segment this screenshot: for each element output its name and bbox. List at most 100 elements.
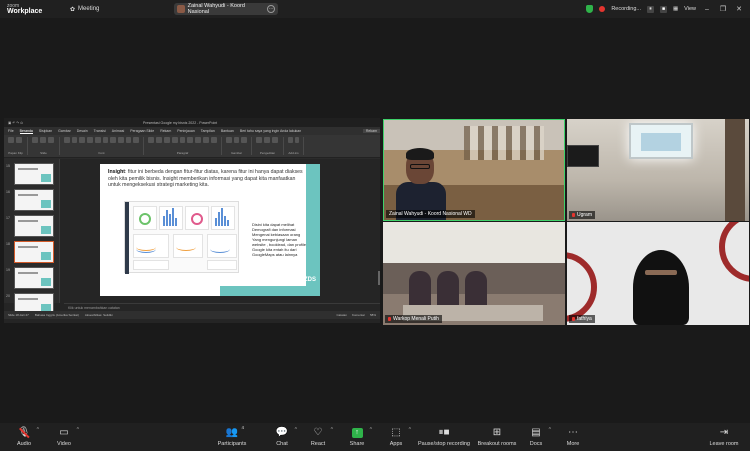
ribbon-command-icon[interactable] xyxy=(155,137,162,143)
video-tile-active-speaker[interactable]: Zainal Wahyudi - Koord Nasional WD xyxy=(383,119,565,221)
docs-button[interactable]: ▤ ^ Docs xyxy=(516,427,556,447)
notes-button[interactable]: Catatan xyxy=(336,313,347,317)
ribbon-tab-3[interactable]: Gambar xyxy=(58,129,71,133)
ribbon-tab-6[interactable]: Animasi xyxy=(112,129,124,133)
more-button[interactable]: ⋯ More xyxy=(553,427,593,447)
ribbon-command-icon[interactable] xyxy=(102,137,109,143)
ribbon-group-2: Font xyxy=(64,137,144,155)
ribbon-command-icon[interactable] xyxy=(195,137,202,143)
slide-thumbnails[interactable]: 15 16 17 18 19 20 xyxy=(4,159,60,315)
ribbon-command-icon[interactable] xyxy=(226,137,232,143)
ribbon-command-icon[interactable] xyxy=(187,137,194,143)
stop-recording-icon[interactable]: ■ xyxy=(659,5,667,13)
thumbnail-teal-block xyxy=(41,226,51,234)
ribbon-tab-4[interactable]: Desain xyxy=(77,129,88,133)
ribbon-command-icon[interactable] xyxy=(171,137,178,143)
ribbon-command-icon[interactable] xyxy=(163,137,170,143)
ribbon-command-icon[interactable] xyxy=(148,137,154,143)
ribbon-command-icon[interactable] xyxy=(64,137,70,143)
video-tile[interactable]: fathiya xyxy=(567,222,749,325)
video-tile[interactable]: Warkop Menali Putih xyxy=(383,222,565,325)
chat-button[interactable]: 💬 ^ Chat xyxy=(262,427,302,447)
breakout-rooms-button[interactable]: ⊞ Breakout rooms xyxy=(476,427,518,447)
ribbon-command-icon[interactable] xyxy=(272,137,278,143)
ribbon-command-icon[interactable] xyxy=(125,137,132,143)
ribbon-command-icon[interactable] xyxy=(94,137,101,143)
ribbon-command-icon[interactable] xyxy=(110,137,116,143)
security-shield-icon[interactable] xyxy=(586,5,594,13)
comments-button[interactable]: Komentar xyxy=(352,313,365,317)
mic-muted-icon xyxy=(572,317,575,321)
dashboard-panel xyxy=(207,260,237,270)
ribbon-tab-9[interactable]: Peninjauan xyxy=(177,129,195,133)
share-button[interactable]: ↑ ^ Share xyxy=(337,427,377,447)
leave-room-button[interactable]: ⇥ Leave room xyxy=(704,427,744,447)
meeting-tab[interactable]: ✿ Meeting xyxy=(70,6,99,13)
ribbon-command-icon[interactable] xyxy=(40,137,46,143)
thumbnail-number: 19 xyxy=(6,268,10,272)
record-button[interactable]: Rekam xyxy=(362,129,380,133)
more-options-icon[interactable]: ⋯ xyxy=(267,5,275,13)
heart-icon: ♡ ^ xyxy=(313,427,333,438)
ribbon-command-icon[interactable] xyxy=(71,137,78,143)
ribbon-command-icon[interactable] xyxy=(8,137,14,143)
thumbnail-number: 15 xyxy=(6,164,10,168)
ribbon-tab-5[interactable]: Transisi xyxy=(94,129,106,133)
audio-label: Audio xyxy=(16,441,32,447)
close-icon[interactable]: ✕ xyxy=(734,5,744,13)
video-button[interactable]: ▭ ^ Video xyxy=(44,427,84,447)
ribbon-tab-0[interactable]: File xyxy=(8,129,14,133)
notes-pane[interactable]: Klik untuk menambahkan catatan xyxy=(64,303,380,311)
apps-button[interactable]: ⬚ ^ Apps xyxy=(376,427,416,447)
ribbon-command-icon[interactable] xyxy=(16,137,22,143)
shared-screen[interactable]: ▣ ↶ ↷ ⊙ Presentasi Google my bisnis 2022… xyxy=(4,118,380,323)
ribbon-command-icon[interactable] xyxy=(288,137,293,143)
ribbon-tab-2[interactable]: Sisipkan xyxy=(39,129,52,133)
ribbon-command-icon[interactable] xyxy=(48,137,54,143)
slide-canvas[interactable]: Insight: fitur ini berbeda dengan fitur-… xyxy=(64,159,374,303)
pause-recording-icon[interactable]: ⏸ xyxy=(646,5,654,13)
ribbon-tab-1[interactable]: Beranda xyxy=(19,129,33,134)
slide-thumbnail[interactable]: 17 xyxy=(6,215,54,237)
view-button[interactable]: View xyxy=(684,6,696,12)
audio-button[interactable]: 🎙^ Audio xyxy=(4,427,44,447)
active-speaker-pill[interactable]: Zainal Wahyudi - Koord Nasional ⋯ xyxy=(174,3,278,15)
bar-chart-icon xyxy=(215,208,229,226)
slide-thumbnail[interactable]: 16 xyxy=(6,189,54,211)
ribbon-tab-10[interactable]: Tampilan xyxy=(201,129,215,133)
ribbon-command-icon[interactable] xyxy=(294,137,299,143)
ribbon-tab-8[interactable]: Rekam xyxy=(160,129,171,133)
ribbon-search[interactable]: Beri tahu saya yang ingin Anda lakukan xyxy=(240,129,301,133)
zoom-level[interactable]: 58% xyxy=(370,313,376,317)
ribbon-command-icon[interactable] xyxy=(211,137,218,143)
active-speaker-name: Zainal Wahyudi - Koord Nasional xyxy=(187,3,245,15)
ribbon-command-icon[interactable] xyxy=(133,137,140,143)
slide-scrollbar[interactable] xyxy=(378,271,380,285)
pause-stop-recording-button[interactable]: ⏸■ Pause/stop recording xyxy=(418,427,470,447)
ribbon-command-icon[interactable] xyxy=(179,137,186,143)
minimize-icon[interactable]: – xyxy=(702,6,712,13)
ribbon-tab-7[interactable]: Peragaan Slide xyxy=(130,129,154,133)
maximize-icon[interactable]: ❐ xyxy=(718,5,728,13)
slide-thumbnail[interactable]: 19 xyxy=(6,267,54,289)
participants-button[interactable]: 👥 4 Participants xyxy=(212,425,252,447)
ribbon-command-icon[interactable] xyxy=(79,137,86,143)
ribbon-command-icon[interactable] xyxy=(203,137,210,143)
ribbon-command-icon[interactable] xyxy=(241,137,248,143)
ribbon-command-icon[interactable] xyxy=(264,137,270,143)
ribbon-command-icon[interactable] xyxy=(32,137,38,143)
grid-view-icon[interactable]: ▦ xyxy=(673,6,678,12)
title-bar: zoom Workplace ✿ Meeting Zainal Wahyudi … xyxy=(0,0,750,18)
ribbon-command-icon[interactable] xyxy=(117,137,124,143)
ribbon-command-icon[interactable] xyxy=(256,137,262,143)
video-tile[interactable]: Ugram xyxy=(567,119,749,221)
language-label[interactable]: Bahasa Inggris (Amerika Serikat) xyxy=(35,313,79,317)
ribbon-command-icon[interactable] xyxy=(87,137,93,143)
ribbon-command-icon[interactable] xyxy=(233,137,240,143)
ribbon-tab-11[interactable]: Bantuan xyxy=(221,129,234,133)
accessibility-label[interactable]: Aksesibilitas: Selidiki xyxy=(85,313,113,317)
mic-muted-icon xyxy=(388,317,391,321)
react-button[interactable]: ♡ ^ React xyxy=(298,427,338,447)
slide-thumbnail[interactable]: 18 xyxy=(6,241,54,263)
slide-thumbnail[interactable]: 15 xyxy=(6,163,54,185)
